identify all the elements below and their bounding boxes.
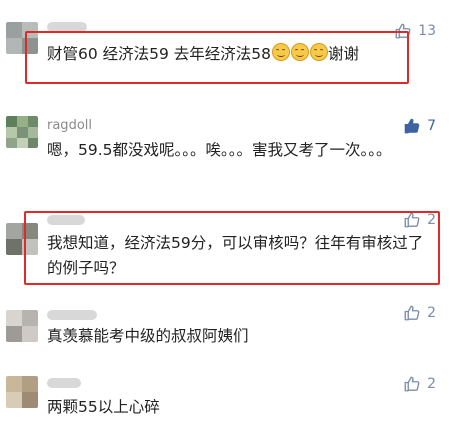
username-blurred xyxy=(47,378,81,388)
avatar[interactable] xyxy=(6,310,38,342)
thumbs-up-icon xyxy=(404,305,420,321)
comment-text: 嗯，59.5都没戏呢。。。唉。。。害我又考了一次。。。 xyxy=(47,141,392,159)
comment-item: 2 我想知道，经济法59分，可以审核吗？往年有审核过了的例子吗？ xyxy=(0,205,450,300)
like-count: 7 xyxy=(427,118,436,134)
username[interactable]: ragdoll xyxy=(47,118,92,133)
comment-text: 两颗55以上心碎 xyxy=(47,398,160,416)
like-count: 13 xyxy=(418,23,436,39)
avatar[interactable] xyxy=(6,376,38,408)
comment-item: 2 两颗55以上心碎 xyxy=(0,370,450,431)
thumbs-up-icon xyxy=(404,376,420,392)
like-count: 2 xyxy=(427,305,436,321)
like-count: 2 xyxy=(427,376,436,392)
comment-text: 真羡慕能考中级的叔叔阿姨们 xyxy=(47,327,249,345)
comment-item: 2 真羡慕能考中级的叔叔阿姨们 xyxy=(0,298,450,353)
highlight-box xyxy=(24,211,440,285)
like-button[interactable]: 7 xyxy=(403,117,436,135)
username-blurred xyxy=(47,310,97,320)
like-button[interactable]: 2 xyxy=(403,304,436,322)
comment-item: 13 财管60 经济法59 去年经济法58 谢谢 xyxy=(0,0,450,95)
thumbs-up-filled-icon xyxy=(404,118,420,134)
like-button[interactable]: 2 xyxy=(403,375,436,393)
highlight-box xyxy=(25,31,409,84)
comment-item: ragdoll 7 嗯，59.5都没戏呢。。。唉。。。害我又考了一次。。。 xyxy=(0,108,450,200)
avatar[interactable] xyxy=(6,116,38,148)
